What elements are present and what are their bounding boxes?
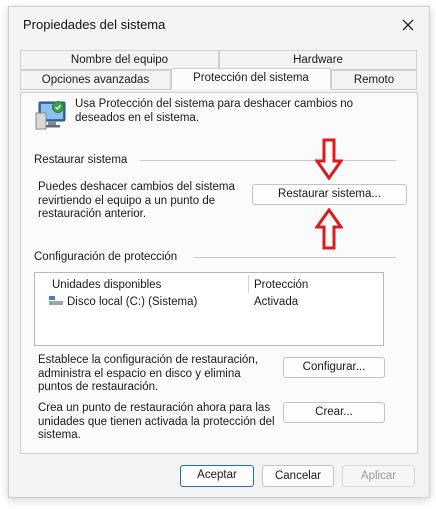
tab-hardware[interactable]: Hardware (219, 50, 417, 70)
tab-label: Remoto (353, 74, 395, 86)
down-arrow-annotation (314, 138, 344, 183)
configure-description: Establece la configuración de restauraci… (38, 354, 258, 393)
restore-divider (140, 160, 396, 161)
system-protection-icon (34, 99, 68, 134)
tab-advanced[interactable]: Opciones avanzadas (20, 70, 171, 90)
drive-protection-status: Activada (254, 296, 299, 308)
restore-description: Puedes deshacer cambios del sistema revi… (38, 181, 235, 220)
drive-name: Disco local (C:) (Sistema) (67, 296, 198, 308)
column-separator (248, 275, 249, 293)
create-description: Crea un punto de restauración ahora para… (38, 402, 275, 441)
tab-computer-name[interactable]: Nombre del equipo (20, 50, 219, 70)
up-arrow-annotation (314, 207, 344, 253)
column-header-drives[interactable]: Unidades disponibles (52, 279, 161, 293)
drives-list[interactable]: Unidades disponibles Protección Disco lo… (34, 272, 384, 346)
tab-label: Protección del sistema (193, 72, 309, 84)
title-bar: Propiedades del sistema (9, 7, 429, 43)
configure-button[interactable]: Configurar... (283, 357, 385, 378)
drive-icon (48, 295, 64, 310)
close-button[interactable] (397, 15, 419, 35)
apply-button[interactable]: Aplicar (342, 465, 415, 487)
ok-button[interactable]: Aceptar (180, 465, 254, 487)
cancel-button[interactable]: Cancelar (262, 465, 334, 487)
close-icon (402, 19, 414, 31)
tab-label: Nombre del equipo (70, 54, 169, 66)
restore-system-button[interactable]: Restaurar sistema... (252, 184, 407, 205)
restore-heading: Restaurar sistema (34, 154, 128, 166)
tab-label: Opciones avanzadas (41, 74, 150, 86)
table-row[interactable]: Disco local (C:) (Sistema) Activada (35, 293, 383, 311)
tab-system-protection[interactable]: Protección del sistema (171, 68, 331, 89)
intro-text: Usa Protección del sistema para deshacer… (75, 98, 354, 124)
column-header-protection[interactable]: Protección (254, 279, 308, 293)
tab-label: Hardware (293, 54, 343, 66)
protection-heading: Configuración de protección (34, 251, 178, 263)
tab-remote[interactable]: Remoto (331, 70, 417, 90)
protection-divider (194, 257, 396, 258)
create-button[interactable]: Crear... (283, 402, 385, 423)
window-title: Propiedades del sistema (23, 17, 166, 32)
